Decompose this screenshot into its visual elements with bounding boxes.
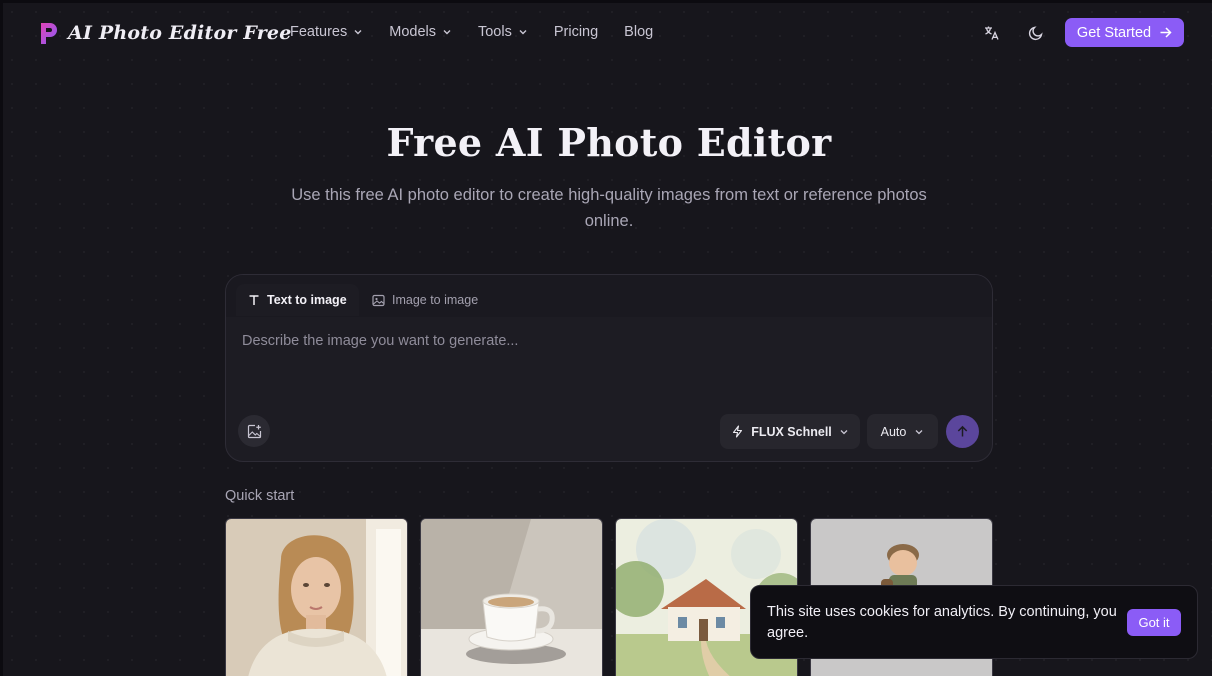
aspect-label: Auto xyxy=(880,424,907,439)
nav-label: Tools xyxy=(477,24,512,40)
cta-label: Get Started xyxy=(1076,24,1152,41)
aspect-ratio-select[interactable]: Auto xyxy=(867,414,938,449)
site-header: AI Photo Editor Free Features Models Too… xyxy=(0,0,1212,66)
window-edge-left xyxy=(0,0,3,676)
chevron-down-icon xyxy=(519,30,527,35)
brand-name: AI Photo Editor Free xyxy=(68,22,292,44)
add-image-button[interactable] xyxy=(238,415,270,447)
brand-logo[interactable]: AI Photo Editor Free xyxy=(38,20,291,46)
theme-toggle[interactable] xyxy=(1025,22,1047,44)
get-started-button[interactable]: Get Started xyxy=(1065,18,1184,47)
generate-button[interactable] xyxy=(946,415,979,448)
bolt-icon xyxy=(733,425,743,438)
nav-label: Models xyxy=(389,24,436,40)
chevron-down-icon xyxy=(354,30,362,35)
nav-pricing[interactable]: Pricing xyxy=(554,24,598,40)
quick-start-portrait[interactable] xyxy=(225,518,408,676)
text-icon xyxy=(249,295,259,305)
nav-label: Pricing xyxy=(553,24,599,40)
cookie-message: This site uses cookies for analytics. By… xyxy=(767,604,1117,641)
image-icon xyxy=(372,294,385,306)
quick-start-label: Quick start xyxy=(225,488,295,504)
model-label: FLUX Schnell xyxy=(751,424,832,439)
tab-label: Image to image xyxy=(392,293,479,307)
nav-label: Blog xyxy=(624,24,654,40)
prompt-input[interactable] xyxy=(242,333,978,393)
cookie-banner: This site uses cookies for analytics. By… xyxy=(750,585,1198,659)
generator-card: Text to image Image to image FLUX Schnel… xyxy=(225,274,993,462)
mode-tabs: Text to image Image to image xyxy=(226,275,992,317)
moon-icon xyxy=(1028,26,1043,41)
nav-features[interactable]: Features xyxy=(290,24,363,40)
nav-tools[interactable]: Tools xyxy=(478,24,528,40)
chevron-down-icon xyxy=(443,30,451,35)
page-subtitle: Use this free AI photo editor to create … xyxy=(291,186,927,230)
image-plus-icon xyxy=(247,424,261,438)
portrait-woman-image xyxy=(226,519,407,676)
model-select[interactable]: FLUX Schnell xyxy=(720,414,860,449)
tab-image-to-image[interactable]: Image to image xyxy=(360,284,490,316)
quick-start-coffee[interactable] xyxy=(420,518,603,676)
tab-label: Text to image xyxy=(267,293,347,307)
cookie-accept-button[interactable]: Got it xyxy=(1127,609,1181,636)
arrow-right-icon xyxy=(1160,27,1172,38)
nav-label: Features xyxy=(290,24,348,40)
nav-blog[interactable]: Blog xyxy=(624,24,653,40)
tab-text-to-image[interactable]: Text to image xyxy=(236,284,359,316)
chevron-down-icon xyxy=(915,429,923,434)
arrow-up-icon xyxy=(957,425,968,437)
nav-models[interactable]: Models xyxy=(389,24,452,40)
language-button[interactable] xyxy=(981,22,1003,44)
main-nav: Features Models Tools Pricing Blog xyxy=(290,24,679,40)
chevron-down-icon xyxy=(840,429,848,434)
translate-icon xyxy=(985,26,999,40)
coffee-cup-image xyxy=(421,519,602,676)
page-title: Free AI Photo Editor xyxy=(386,120,832,165)
logo-p-icon xyxy=(41,23,57,44)
